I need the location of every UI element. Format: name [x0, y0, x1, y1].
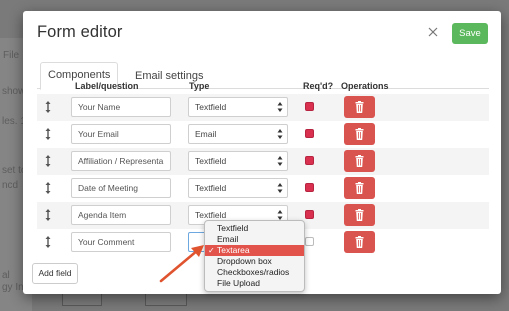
label-input[interactable]: Your Comment: [71, 232, 171, 252]
column-header-label: Label/question: [75, 81, 139, 91]
background-text: gy In: [2, 282, 24, 293]
table-row: Affiliation / Representa Textfield: [37, 148, 489, 175]
required-checkbox[interactable]: [305, 129, 314, 138]
label-input[interactable]: Your Email: [71, 124, 171, 144]
type-select[interactable]: Textfield: [188, 97, 288, 117]
trash-icon: [355, 128, 364, 140]
drag-handle-icon[interactable]: [44, 155, 52, 167]
background-box: [145, 292, 187, 306]
trash-icon: [355, 182, 364, 194]
type-select-value: Textfield: [195, 210, 227, 220]
delete-button[interactable]: [344, 231, 375, 253]
table-row: Your Email Email: [37, 121, 489, 148]
drag-handle-icon[interactable]: [44, 209, 52, 221]
required-checkbox[interactable]: [305, 102, 314, 111]
type-select[interactable]: Textfield: [188, 151, 288, 171]
type-select[interactable]: Textfield: [188, 178, 288, 198]
type-select-value: Textfield: [195, 102, 227, 112]
dropdown-option[interactable]: Email: [205, 234, 304, 245]
select-arrows-icon: [277, 183, 283, 193]
add-field-button[interactable]: Add field: [32, 263, 78, 284]
trash-icon: [355, 101, 364, 113]
required-checkbox[interactable]: [305, 237, 314, 246]
background-box: [62, 292, 102, 306]
label-input[interactable]: Your Name: [71, 97, 171, 117]
drag-handle-icon[interactable]: [44, 101, 52, 113]
dropdown-option[interactable]: File Upload: [205, 278, 304, 289]
label-input[interactable]: Date of Meeting: [71, 178, 171, 198]
delete-button[interactable]: [344, 204, 375, 226]
delete-button[interactable]: [344, 96, 375, 118]
column-header-type: Type: [189, 81, 210, 91]
drag-handle-icon[interactable]: [44, 236, 52, 248]
background-text: ncd: [2, 180, 19, 191]
delete-button[interactable]: [344, 177, 375, 199]
select-arrows-icon: [277, 156, 283, 166]
type-select-value: Textfield: [195, 156, 227, 166]
trash-icon: [355, 209, 364, 221]
delete-button[interactable]: [344, 150, 375, 172]
required-checkbox[interactable]: [305, 183, 314, 192]
type-dropdown-list[interactable]: Textfield Email ✓ Textarea Dropdown box C…: [204, 220, 305, 292]
label-input[interactable]: Agenda Item: [71, 205, 171, 225]
background-text: al: [2, 270, 10, 281]
required-checkbox[interactable]: [305, 210, 314, 219]
type-select-value: Textfield: [195, 183, 227, 193]
trash-icon: [355, 236, 364, 248]
type-select-value: Email: [195, 129, 217, 139]
dropdown-option[interactable]: Textfield: [205, 223, 304, 234]
drag-handle-icon[interactable]: [44, 128, 52, 140]
dropdown-option-label: Textarea: [217, 245, 250, 255]
background-text: show: [2, 86, 26, 97]
required-checkbox[interactable]: [305, 156, 314, 165]
close-icon: [428, 27, 438, 37]
background-text: File: [3, 50, 20, 61]
dropdown-option[interactable]: Dropdown box: [205, 256, 304, 267]
select-arrows-icon: [277, 102, 283, 112]
dropdown-option-selected[interactable]: ✓ Textarea: [205, 245, 304, 256]
delete-button[interactable]: [344, 123, 375, 145]
table-row: Date of Meeting Textfield: [37, 175, 489, 202]
checkmark-icon: ✓: [208, 246, 215, 255]
select-arrows-icon: [277, 129, 283, 139]
modal-title: Form editor: [37, 23, 123, 41]
column-header-required: Req'd?: [303, 81, 334, 91]
table-row: Your Name Textfield: [37, 94, 489, 121]
dropdown-option[interactable]: Checkboxes/radios: [205, 267, 304, 278]
column-header-operations: Operations: [341, 81, 389, 91]
save-button[interactable]: Save: [452, 23, 488, 44]
form-editor-modal: Form editor Save Components Email settin…: [23, 11, 501, 294]
close-button[interactable]: [425, 24, 441, 40]
label-input[interactable]: Affiliation / Representa: [71, 151, 171, 171]
annotation-arrow-icon: [159, 245, 204, 283]
type-select[interactable]: Email: [188, 124, 288, 144]
trash-icon: [355, 155, 364, 167]
drag-handle-icon[interactable]: [44, 182, 52, 194]
